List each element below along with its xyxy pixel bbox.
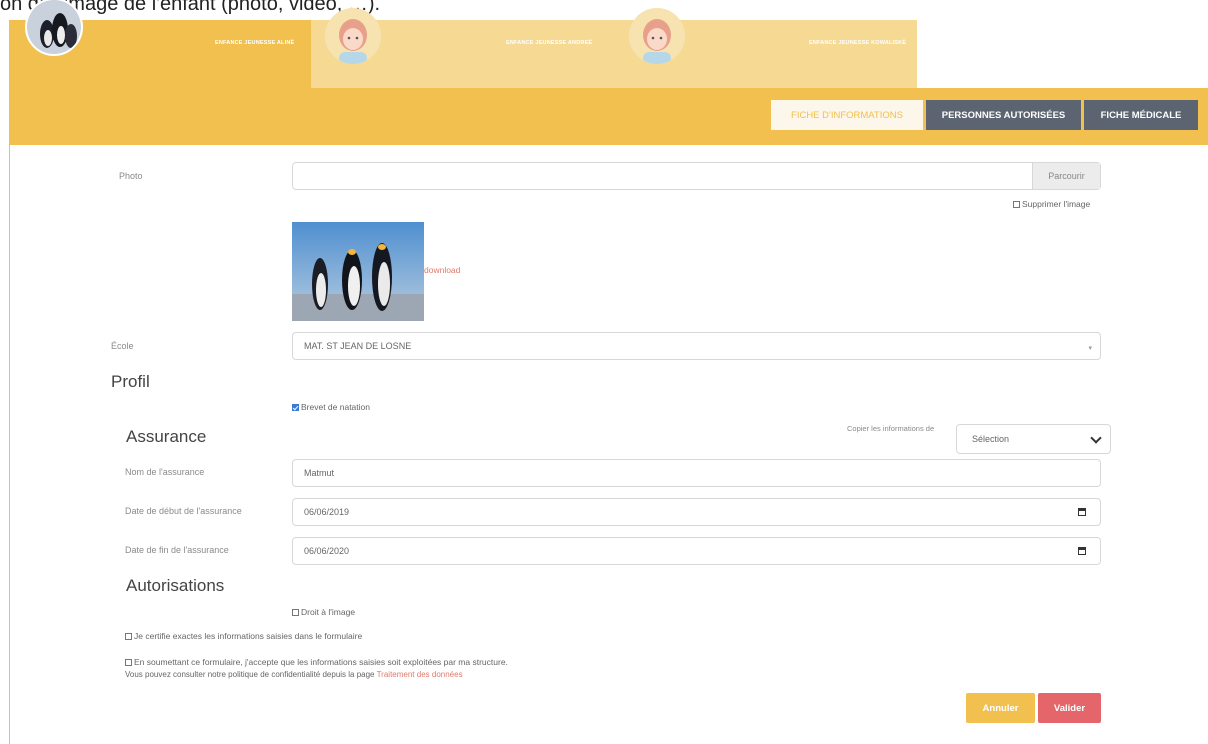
swim-checkbox[interactable]: Brevet de natation bbox=[292, 402, 370, 412]
section-autorisations: Autorisations bbox=[126, 576, 225, 595]
photo-preview bbox=[292, 222, 424, 321]
insurance-name-input[interactable]: Matmut bbox=[292, 459, 1101, 487]
avatar bbox=[25, 0, 83, 56]
insurance-end-date[interactable]: 06/06/2020 bbox=[292, 537, 1101, 565]
tab-personnes-autorisees[interactable]: Personnes autorisées bbox=[926, 100, 1081, 130]
header: Enfance jeunesse Alinë Enfance jeunesse … bbox=[9, 0, 1208, 145]
child-avatar bbox=[325, 8, 381, 64]
policy-text: Vous pouvez consulter notre politique de… bbox=[125, 670, 375, 679]
checkbox-checked-icon bbox=[292, 404, 299, 412]
ecole-select[interactable]: MAT. ST JEAN DE LOSNE ▾ bbox=[292, 332, 1101, 360]
certify-label: Je certifie exactes les informations sai… bbox=[134, 631, 363, 641]
copy-select-value: Sélection bbox=[972, 434, 1010, 444]
insurance-start-value: 06/06/2019 bbox=[304, 507, 350, 517]
caret-down-icon: ▾ bbox=[1088, 345, 1092, 352]
delete-image-checkbox[interactable]: Supprimer l'image bbox=[1013, 199, 1090, 209]
submit-button[interactable]: Valider bbox=[1038, 693, 1101, 723]
checkbox-icon bbox=[1013, 201, 1020, 209]
tab-fiche-medicale[interactable]: Fiche médicale bbox=[1084, 100, 1198, 130]
calendar-icon[interactable] bbox=[1078, 508, 1086, 516]
insurance-start-date[interactable]: 06/06/2019 bbox=[292, 498, 1101, 526]
copy-info-select[interactable]: Sélection bbox=[956, 424, 1111, 454]
checkbox-icon bbox=[292, 609, 299, 617]
girl-avatar-icon bbox=[629, 8, 685, 64]
cancel-button[interactable]: Annuler bbox=[966, 693, 1035, 723]
section-assurance: Assurance bbox=[126, 427, 207, 446]
insurance-name-label: Nom de l'assurance bbox=[125, 467, 205, 477]
section-profil: Profil bbox=[111, 372, 150, 391]
certify-checkbox[interactable]: Je certifie exactes les informations sai… bbox=[125, 631, 362, 641]
insurance-name-value: Matmut bbox=[304, 468, 335, 478]
browse-button[interactable]: Parcourir bbox=[1032, 163, 1100, 189]
calendar-icon[interactable] bbox=[1078, 547, 1086, 555]
photo-file-input[interactable]: Parcourir bbox=[292, 162, 1101, 190]
photo-label: Photo bbox=[119, 171, 143, 181]
image-right-label: Droit à l'image bbox=[301, 607, 356, 617]
child-tab-label: Enfance jeunesse Andreë bbox=[506, 40, 593, 46]
consent-label: En soumettant ce formulaire, j'accepte q… bbox=[134, 657, 508, 667]
policy-line: Vous pouvez consulter notre politique de… bbox=[125, 670, 463, 679]
checkbox-icon bbox=[125, 659, 132, 667]
tab-fiche-informations[interactable]: Fiche d'informations bbox=[771, 100, 923, 130]
page-tabs: Fiche d'informations Personnes autorisée… bbox=[771, 100, 1198, 130]
header-blank-area bbox=[917, 20, 1208, 88]
download-link[interactable]: download bbox=[424, 265, 460, 275]
child-tab-label: Enfance jeunesse Kowaliskë bbox=[809, 40, 907, 46]
consent-checkbox[interactable]: En soumettant ce formulaire, j'accepte q… bbox=[125, 657, 508, 667]
image-right-checkbox[interactable]: Droit à l'image bbox=[292, 607, 355, 617]
copy-info-label: Copier les informations de bbox=[847, 424, 935, 433]
insurance-end-value: 06/06/2020 bbox=[304, 546, 350, 556]
policy-link[interactable]: Traitement des données bbox=[377, 670, 463, 679]
ecole-value: MAT. ST JEAN DE LOSNE bbox=[304, 341, 412, 351]
chevron-down-icon bbox=[1090, 432, 1102, 444]
girl-avatar-icon bbox=[325, 8, 381, 64]
checkbox-icon bbox=[125, 633, 132, 641]
child-tab-label: Enfance jeunesse Alinë bbox=[215, 40, 295, 46]
ecole-label: École bbox=[111, 341, 134, 351]
penguins-photo-icon bbox=[292, 222, 424, 321]
delete-image-label: Supprimer l'image bbox=[1022, 199, 1091, 209]
insurance-end-label: Date de fin de l'assurance bbox=[125, 545, 229, 555]
swim-label: Brevet de natation bbox=[301, 402, 370, 412]
child-avatar bbox=[629, 8, 685, 64]
insurance-start-label: Date de début de l'assurance bbox=[125, 506, 242, 516]
